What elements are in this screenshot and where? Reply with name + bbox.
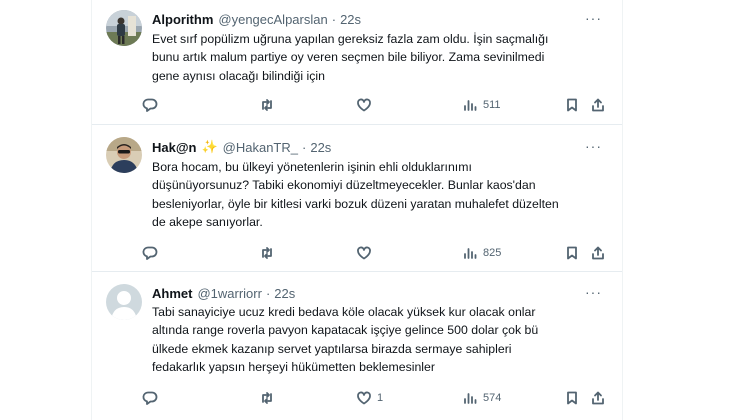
reply-icon (142, 246, 158, 260)
tweet-header: Alporithm @yengecAlparslan · 22s ··· (152, 10, 612, 28)
bookmark-button[interactable] (564, 243, 580, 263)
like-button[interactable] (356, 95, 377, 115)
retweet-button[interactable] (259, 388, 280, 408)
tweet-text: Tabi sanayiciye ucuz kredi bedava köle o… (152, 303, 552, 377)
retweet-icon (262, 99, 272, 111)
separator-dot: · (302, 139, 307, 155)
action-bar: 825 (142, 243, 622, 263)
share-button[interactable] (590, 95, 606, 115)
display-name[interactable]: Ahmet (152, 286, 192, 301)
tweet-text-line: besleniyorlar, öyle bir kitlesi varki bo… (152, 196, 559, 211)
tweet-text-line: de akepe sanıyorlar. (152, 215, 263, 230)
tweet[interactable]: Hak@n ✨ @HakanTR_ · 22s ··· Bora hocam, … (92, 124, 622, 271)
like-count: 1 (377, 392, 384, 404)
view-count: 574 (483, 392, 502, 404)
views-button[interactable]: 825 (462, 243, 501, 263)
share-icon (592, 246, 604, 260)
view-count: 511 (483, 99, 501, 111)
heart-icon (357, 391, 371, 405)
view-count: 825 (483, 247, 502, 259)
tweet-text-line: düşünüyorsunuz? Tabiki ekonomiyi düzeltm… (152, 178, 536, 193)
retweet-icon (262, 392, 272, 404)
reply-button[interactable] (142, 95, 163, 115)
tweet-text: Bora hocam, bu ülkeyi yönetenlerin işini… (152, 158, 559, 232)
bar-chart-icon (464, 393, 477, 404)
share-icon (592, 98, 604, 112)
reply-button[interactable] (142, 243, 163, 263)
display-name[interactable]: Hak@n (152, 140, 196, 155)
avatar[interactable] (106, 137, 142, 173)
bookmark-icon (567, 98, 577, 112)
tweet-text-line: Evet sırf popülizm uğruna yapılan gereks… (152, 32, 549, 46)
bookmark-button[interactable] (564, 95, 580, 115)
column-border-right (622, 0, 623, 420)
tweet-header: Hak@n ✨ @HakanTR_ · 22s ··· (152, 138, 612, 156)
heart-icon (357, 98, 371, 112)
tweet-text-line: Tabi sanayiciye ucuz kredi bedava köle o… (152, 305, 536, 319)
share-button[interactable] (590, 388, 606, 408)
tweet-text: Evet sırf popülizm uğruna yapılan gereks… (152, 30, 552, 85)
reply-icon (142, 98, 158, 112)
tweet-text-line: fedakarlık yapsın herşeyi hükümetten bek… (152, 360, 435, 375)
tweet[interactable]: Ahmet @1warriorr · 22s ··· Tabi sanayici… (92, 271, 622, 420)
bookmark-icon (567, 246, 577, 260)
tweet-text-line: Bora hocam, bu ülkeyi yönetenlerin işini… (152, 160, 472, 174)
action-bar: 511 (142, 95, 622, 115)
more-options-icon[interactable]: ··· (585, 10, 602, 26)
display-name[interactable]: Alporithm (152, 12, 213, 27)
separator-dot: · (265, 285, 271, 301)
tweet-text-line: bunu artık malum partiye oy veren seçmen… (152, 50, 545, 65)
share-button[interactable] (590, 243, 606, 263)
tweet-text-line: altında range roverla pavyon kapatacak i… (152, 323, 539, 338)
sparkles-icon: ✨ (201, 139, 218, 154)
reply-thread: Alporithm @yengecAlparslan · 22s ··· Eve… (0, 0, 730, 420)
user-handle[interactable]: @HakanTR_ (223, 140, 298, 155)
heart-icon (357, 246, 371, 260)
retweet-button[interactable] (259, 95, 280, 115)
tweet-text-line: ülkede ekmek kazanıp servet yaptılarsa b… (152, 341, 512, 356)
share-icon (592, 391, 604, 405)
retweet-icon (262, 247, 272, 259)
tweet[interactable]: Alporithm @yengecAlparslan · 22s ··· Eve… (92, 0, 622, 124)
bar-chart-icon (464, 248, 477, 259)
avatar[interactable] (106, 284, 142, 320)
retweet-button[interactable] (259, 243, 280, 263)
timestamp[interactable]: 22s (310, 140, 331, 155)
like-button[interactable] (356, 243, 377, 263)
views-button[interactable]: 511 (462, 95, 501, 115)
separator-dot: · (331, 11, 337, 27)
reply-icon (142, 391, 158, 405)
user-handle[interactable]: @yengecAlparslan (218, 12, 327, 27)
bar-chart-icon (464, 100, 477, 111)
avatar[interactable] (106, 10, 142, 46)
tweet-header: Ahmet @1warriorr · 22s ··· (152, 284, 612, 302)
like-button[interactable]: 1 (356, 388, 383, 408)
reply-button[interactable] (142, 388, 163, 408)
more-options-icon[interactable]: ··· (585, 284, 602, 300)
timestamp[interactable]: 22s (274, 286, 295, 301)
views-button[interactable]: 574 (462, 388, 501, 408)
timestamp[interactable]: 22s (340, 12, 361, 27)
user-handle[interactable]: @1warriorr (197, 286, 261, 301)
tweet-text-line: gene aynısı olacağı bilindiği için (152, 68, 325, 83)
more-options-icon[interactable]: ··· (585, 138, 602, 154)
action-bar: 1 574 (142, 388, 622, 408)
bookmark-button[interactable] (564, 388, 580, 408)
bookmark-icon (567, 391, 577, 405)
